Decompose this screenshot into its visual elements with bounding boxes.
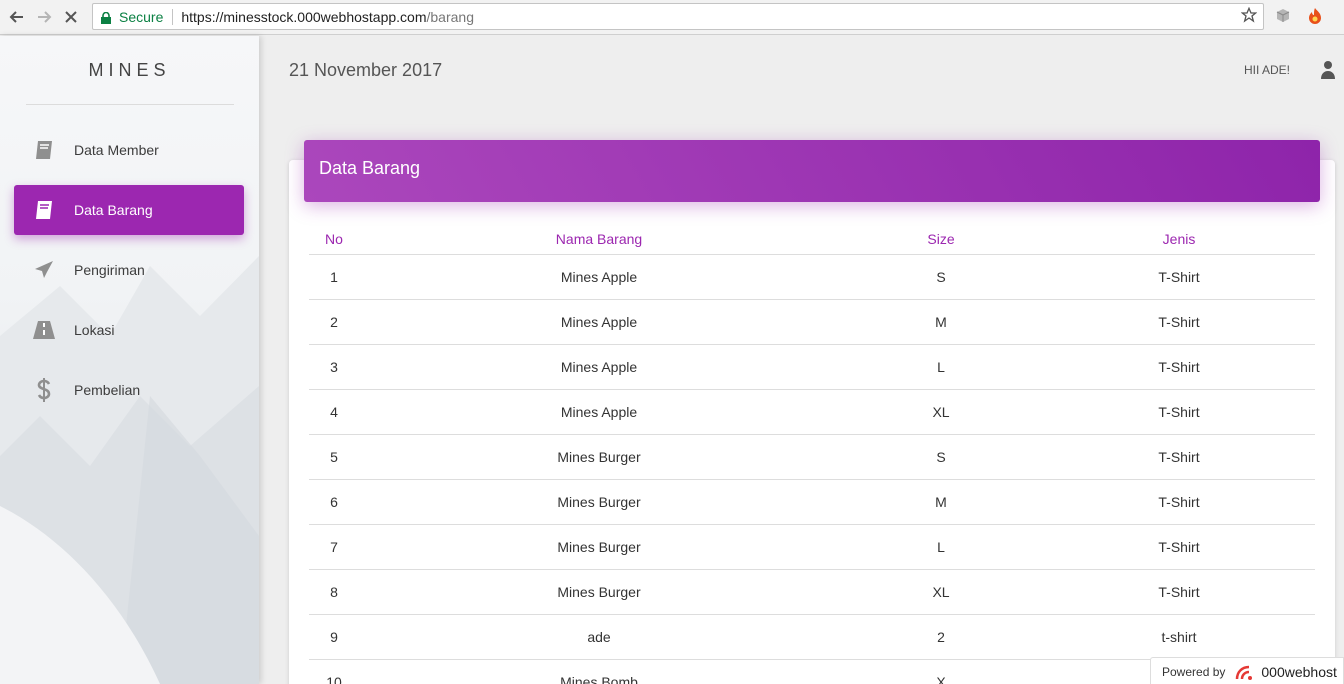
cell-nama-barang: ade xyxy=(359,614,839,660)
brand-logo[interactable]: MINES xyxy=(0,60,259,81)
sidebar-item-lokasi[interactable]: Lokasi xyxy=(14,305,244,355)
cell-jenis: T-Shirt xyxy=(1043,389,1315,435)
sidebar-item-data-member[interactable]: Data Member xyxy=(14,125,244,175)
card-header: Data Barang xyxy=(304,140,1320,202)
column-header-jenis[interactable]: Jenis xyxy=(1043,224,1315,255)
cell-size: XL xyxy=(839,569,1043,615)
cell-jenis: T-Shirt xyxy=(1043,344,1315,390)
sidebar-item-label: Lokasi xyxy=(74,322,115,338)
lock-icon xyxy=(101,11,111,24)
table-row[interactable]: 1 Mines Apple S T-Shirt xyxy=(309,254,1315,300)
powered-by-badge[interactable]: Powered by 000webhost xyxy=(1150,657,1344,684)
cell-nama-barang: Mines Apple xyxy=(359,254,839,300)
table-row[interactable]: 9 ade 2 t-shirt xyxy=(309,614,1315,660)
cell-jenis: T-Shirt xyxy=(1043,299,1315,345)
cell-no: 2 xyxy=(309,299,359,345)
bookmark-star-icon[interactable] xyxy=(1240,6,1258,26)
stop-loading-icon[interactable] xyxy=(60,6,82,28)
card-title: Data Barang xyxy=(319,158,421,178)
table-row[interactable]: 6 Mines Burger M T-Shirt xyxy=(309,479,1315,525)
column-header-no[interactable]: No xyxy=(309,224,359,255)
address-bar[interactable]: Secure https://minesstock.000webhostapp.… xyxy=(92,3,1264,30)
cell-size: L xyxy=(839,524,1043,570)
cell-size: XL xyxy=(839,389,1043,435)
cell-size: S xyxy=(839,254,1043,300)
cell-nama-barang: Mines Burger xyxy=(359,524,839,570)
sidebar-item-label: Data Barang xyxy=(74,202,153,218)
webhost-logo-icon xyxy=(1233,663,1255,681)
sidebar-item-pembelian[interactable]: Pembelian xyxy=(14,365,244,415)
extension-cube-icon[interactable] xyxy=(1274,7,1292,30)
table-row[interactable]: 5 Mines Burger S T-Shirt xyxy=(309,434,1315,480)
sidebar-item-label: Pembelian xyxy=(74,382,141,398)
cell-size: S xyxy=(839,434,1043,480)
omnibox-separator xyxy=(172,8,174,25)
powered-by-brand: 000webhost xyxy=(1261,664,1337,680)
book-icon xyxy=(14,199,74,221)
cell-jenis: T-Shirt xyxy=(1043,479,1315,525)
user-greeting: HII ADE! xyxy=(1244,63,1291,77)
cell-size: X xyxy=(839,659,1043,684)
table-row[interactable]: 8 Mines Burger XL T-Shirt xyxy=(309,569,1315,615)
cell-no: 7 xyxy=(309,524,359,570)
cell-size: L xyxy=(839,344,1043,390)
cell-no: 10 xyxy=(309,659,359,684)
powered-by-label: Powered by xyxy=(1162,665,1226,679)
back-arrow-icon[interactable] xyxy=(6,6,28,28)
cell-no: 8 xyxy=(309,569,359,615)
airplane-icon xyxy=(14,259,74,281)
items-table: No Nama Barang Size Jenis 1 Mines Apple … xyxy=(309,224,1315,684)
cell-nama-barang: Mines Apple xyxy=(359,299,839,345)
cell-jenis: T-Shirt xyxy=(1043,524,1315,570)
cell-nama-barang: Mines Apple xyxy=(359,344,839,390)
cell-size: M xyxy=(839,299,1043,345)
current-date: 21 November 2017 xyxy=(289,60,443,80)
table-row[interactable]: 4 Mines Apple XL T-Shirt xyxy=(309,389,1315,435)
url-path: /barang xyxy=(426,8,474,25)
sidebar: MINES Data Member Data Barang Pengiriman… xyxy=(0,36,259,684)
cell-jenis: T-Shirt xyxy=(1043,254,1315,300)
cell-jenis: T-Shirt xyxy=(1043,569,1315,615)
cell-nama-barang: Mines Burger xyxy=(359,434,839,480)
cell-nama-barang: Mines Bomb xyxy=(359,659,839,684)
cell-nama-barang: Mines Apple xyxy=(359,389,839,435)
url-host: https://minesstock.000webhostapp.com xyxy=(181,8,427,25)
cell-jenis: T-Shirt xyxy=(1043,434,1315,480)
cell-nama-barang: Mines Burger xyxy=(359,479,839,525)
column-header-nama-barang[interactable]: Nama Barang xyxy=(359,224,839,255)
cell-no: 3 xyxy=(309,344,359,390)
extension-fire-icon[interactable] xyxy=(1306,7,1324,30)
cell-no: 6 xyxy=(309,479,359,525)
table-row[interactable]: 2 Mines Apple M T-Shirt xyxy=(309,299,1315,345)
user-icon[interactable] xyxy=(1320,60,1336,85)
sidebar-item-data-barang[interactable]: Data Barang xyxy=(14,185,244,235)
cell-jenis: t-shirt xyxy=(1043,614,1315,660)
browser-toolbar: Secure https://minesstock.000webhostapp.… xyxy=(0,0,1344,35)
brand-divider xyxy=(26,104,234,105)
cell-size: M xyxy=(839,479,1043,525)
book-icon xyxy=(14,139,74,161)
sidebar-item-label: Data Member xyxy=(74,142,159,158)
secure-label: Secure xyxy=(119,8,164,25)
table-row[interactable]: 3 Mines Apple L T-Shirt xyxy=(309,344,1315,390)
cell-size: 2 xyxy=(839,614,1043,660)
table-header-row: No Nama Barang Size Jenis xyxy=(309,224,1315,255)
table-row[interactable]: 7 Mines Burger L T-Shirt xyxy=(309,524,1315,570)
column-header-size[interactable]: Size xyxy=(839,224,1043,255)
cell-no: 5 xyxy=(309,434,359,480)
forward-arrow-icon[interactable] xyxy=(33,6,55,28)
cell-no: 4 xyxy=(309,389,359,435)
cell-nama-barang: Mines Burger xyxy=(359,569,839,615)
cell-no: 9 xyxy=(309,614,359,660)
road-icon xyxy=(14,320,74,340)
dollar-icon xyxy=(14,377,74,403)
sidebar-item-label: Pengiriman xyxy=(74,262,145,278)
cell-no: 1 xyxy=(309,254,359,300)
sidebar-item-pengiriman[interactable]: Pengiriman xyxy=(14,245,244,295)
